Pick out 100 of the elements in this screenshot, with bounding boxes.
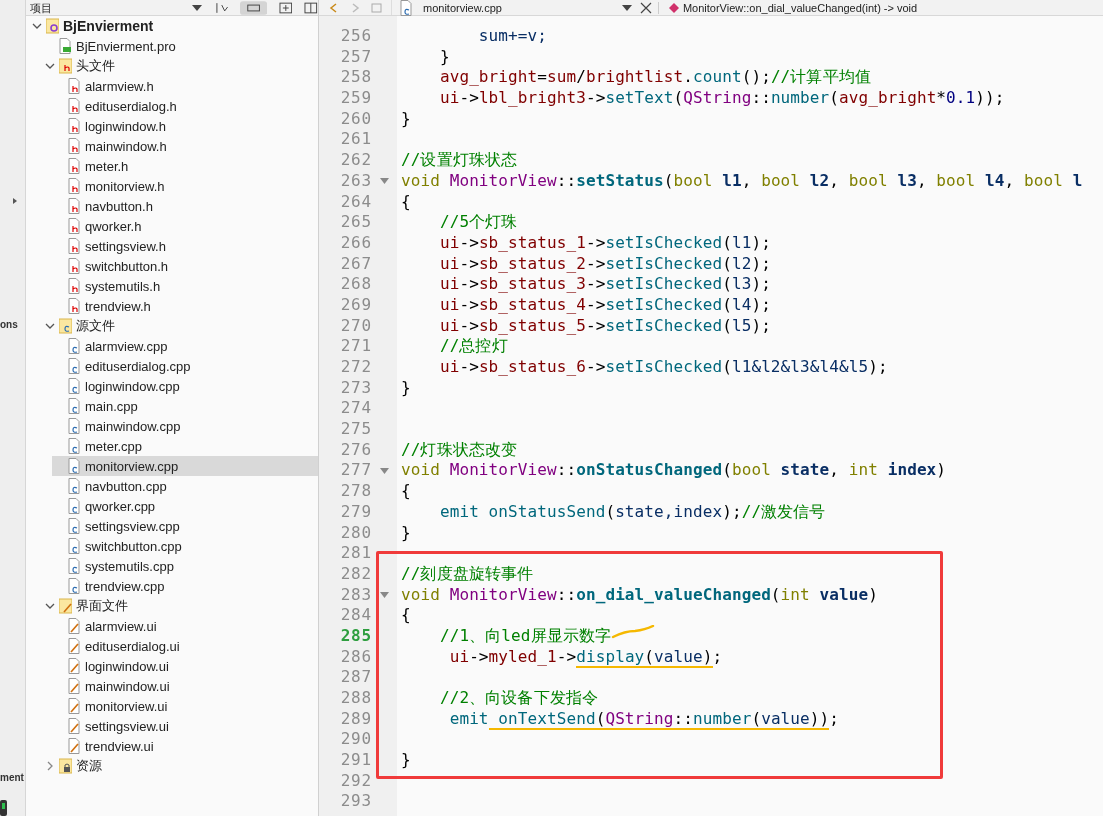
tree-item[interactable]: trendview.cpp <box>52 576 318 596</box>
line-number: 288 <box>339 688 372 709</box>
tree-item[interactable]: loginwindow.ui <box>52 656 318 676</box>
tree-item[interactable]: alarmview.cpp <box>52 336 318 356</box>
file-icon <box>68 338 81 354</box>
code-line: //5个灯珠 <box>438 212 518 233</box>
tree-item[interactable]: alarmview.ui <box>52 616 318 636</box>
tree-item[interactable]: edituserdialog.h <box>52 96 318 116</box>
tree-item[interactable]: qworker.h <box>52 216 318 236</box>
tree-item[interactable]: edituserdialog.ui <box>52 636 318 656</box>
file-icon <box>68 558 81 574</box>
line-number: 271 <box>339 336 372 357</box>
tree-item[interactable]: settingsview.h <box>52 236 318 256</box>
line-number: 284 <box>339 605 372 626</box>
fold-marker-icon[interactable] <box>380 178 389 185</box>
code-line: void MonitorView::on_dial_valueChanged(int value) <box>401 584 878 606</box>
chevron-right-icon[interactable] <box>45 761 55 771</box>
code-line: } <box>401 108 411 130</box>
code-line: ui->sb_status_2->setIsChecked(l2); <box>438 253 771 275</box>
chevron-down-icon[interactable] <box>32 21 42 31</box>
expand-arrow-icon[interactable] <box>12 197 18 205</box>
line-number: 275 <box>339 419 372 440</box>
tree-item[interactable]: trendview.h <box>52 296 318 316</box>
chevron-down-icon[interactable] <box>45 601 55 611</box>
tree-item[interactable]: 界面文件 <box>39 596 318 616</box>
file-icon <box>68 218 81 234</box>
line-number: 277 <box>339 460 372 482</box>
split-icon[interactable] <box>304 1 318 14</box>
code-line: } <box>438 46 450 68</box>
chevron-down-icon[interactable] <box>45 61 55 71</box>
file-icon <box>68 638 81 654</box>
add-split-icon[interactable] <box>278 1 293 14</box>
line-number: 266 <box>339 232 372 254</box>
code-line: { <box>401 605 411 626</box>
tree-item[interactable]: switchbutton.cpp <box>52 536 318 556</box>
tree-item[interactable]: edituserdialog.cpp <box>52 356 318 376</box>
file-icon <box>400 0 413 16</box>
file-icon <box>68 658 81 674</box>
file-icon <box>68 498 81 514</box>
close-icon[interactable] <box>639 1 659 14</box>
file-icon <box>68 178 81 194</box>
tree-item[interactable]: switchbutton.h <box>52 256 318 276</box>
dropdown-caret-icon[interactable] <box>192 3 202 12</box>
tree-item[interactable]: alarmview.h <box>52 76 318 96</box>
tree-item[interactable]: qworker.cpp <box>52 496 318 516</box>
tree-item[interactable]: navbutton.cpp <box>52 476 318 496</box>
code-line: //灯珠状态改变 <box>401 439 518 461</box>
file-icon <box>68 698 81 714</box>
diamond-icon <box>668 2 679 13</box>
code-line: ui->sb_status_5->setIsChecked(l5); <box>438 315 771 337</box>
tree-item[interactable]: meter.cpp <box>52 436 318 456</box>
line-number: 287 <box>339 667 372 688</box>
tree-item[interactable]: BjEnvierment <box>26 16 318 36</box>
tree-item[interactable]: mainwindow.ui <box>52 676 318 696</box>
tree-item[interactable]: trendview.ui <box>52 736 318 756</box>
tree-item[interactable]: BjEnvierment.pro <box>39 36 318 56</box>
line-number: 286 <box>339 646 372 668</box>
tree-item[interactable]: monitorview.h <box>52 176 318 196</box>
code-line: { <box>401 481 411 502</box>
tree-item[interactable]: systemutils.h <box>52 276 318 296</box>
panel-selector[interactable]: 项目 <box>30 0 52 15</box>
file-icon <box>68 358 81 374</box>
panel-label[interactable]: ment <box>0 772 24 784</box>
line-number: 293 <box>339 791 372 813</box>
code-line: void MonitorView::onStatusChanged(bool state, int index) <box>401 460 947 482</box>
tree-item[interactable]: monitorview.cpp <box>52 456 318 476</box>
code-line: ui->sb_status_6->setIsChecked(l1&l2&l3&l4&l5); <box>438 357 888 378</box>
tree-item[interactable]: monitorview.ui <box>52 696 318 716</box>
file-icon <box>59 38 72 54</box>
tree-item[interactable]: settingsview.ui <box>52 716 318 736</box>
file-selector[interactable]: monitorview.cpp <box>391 0 632 15</box>
tree-item[interactable]: mainwindow.cpp <box>52 416 318 436</box>
fold-marker-icon[interactable] <box>380 467 389 474</box>
tree-item[interactable]: loginwindow.cpp <box>52 376 318 396</box>
tree-item[interactable]: 源文件 <box>39 316 318 336</box>
line-number: 273 <box>339 377 372 399</box>
code-line: sum+=v; <box>477 26 547 47</box>
code-line: emit onTextSend(QString::number(value)); <box>448 708 840 730</box>
code-line: avg_bright=sum/brightlist.count();//计算平均值 <box>438 67 871 89</box>
tree-item[interactable]: loginwindow.h <box>52 116 318 136</box>
panel-label[interactable]: ons <box>0 319 18 331</box>
tree-item[interactable]: systemutils.cpp <box>52 556 318 576</box>
code-line: //总控灯 <box>438 336 508 357</box>
file-icon <box>68 158 81 174</box>
tree-item[interactable]: main.cpp <box>52 396 318 416</box>
symbol-selector[interactable]: MonitorView::on_dial_valueChanged(int) -> void <box>668 0 918 15</box>
tree-item[interactable]: meter.h <box>52 156 318 176</box>
code-line: } <box>401 377 411 399</box>
file-icon <box>68 518 81 534</box>
file-icon <box>68 718 81 734</box>
tree-item[interactable]: navbutton.h <box>52 196 318 216</box>
fold-marker-icon[interactable] <box>380 591 389 598</box>
tree-item[interactable]: 头文件 <box>39 56 318 76</box>
tree-item[interactable]: settingsview.cpp <box>52 516 318 536</box>
code-line: { <box>401 191 411 213</box>
file-icon <box>68 198 81 214</box>
file-icon <box>68 738 81 754</box>
tree-item[interactable]: mainwindow.h <box>52 136 318 156</box>
chevron-down-icon[interactable] <box>45 321 55 331</box>
tree-item[interactable]: 资源 <box>39 756 318 776</box>
